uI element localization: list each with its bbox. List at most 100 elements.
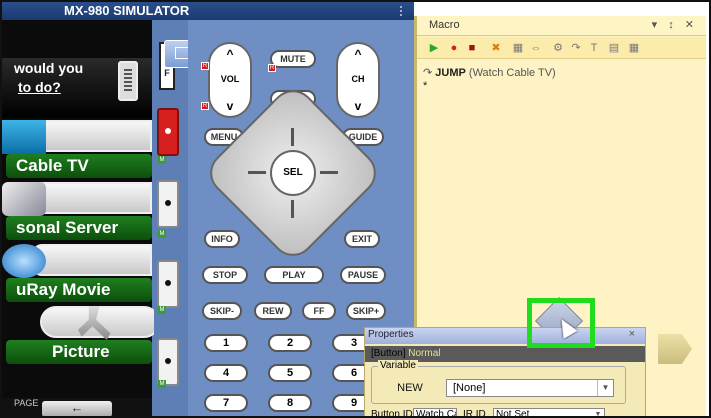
screen-icon[interactable]: ▤ (607, 41, 621, 55)
number-button-1[interactable]: 1 (204, 334, 248, 352)
pause-button[interactable]: PAUSE (340, 266, 386, 284)
simulator-window: MX-980 SIMULATOR would you to do? Cable … (2, 2, 414, 416)
macro-step[interactable]: ↷ JUMP (Watch Cable TV) (423, 66, 556, 79)
activity-question: would you to do? (2, 58, 152, 118)
exit-button[interactable]: EXIT (344, 230, 380, 248)
fast-forward-button[interactable]: FF (302, 302, 336, 320)
macro-panel-title: Macro (429, 19, 460, 31)
play-button[interactable]: PLAY (264, 266, 324, 284)
side-hard-buttons: OFF M M M M (154, 20, 188, 416)
macro-end-marker: * (423, 80, 428, 92)
close-icon[interactable]: × (629, 328, 635, 340)
skip-back-button[interactable]: SKIP- (202, 302, 242, 320)
screenshot-frame: MX-980 SIMULATOR would you to do? Cable … (0, 0, 711, 418)
number-button-8[interactable]: 8 (268, 394, 312, 412)
stop-icon[interactable]: ■ (465, 41, 479, 55)
properties-header: Properties × (365, 328, 645, 344)
page-bar: PAGE ← (2, 398, 152, 416)
number-button-5[interactable]: 5 (268, 364, 312, 382)
red-corner-icon: R (201, 102, 209, 110)
macro-badge-icon: M (158, 230, 166, 238)
volume-up-icon: ^ (226, 47, 234, 61)
macro-step-detail: (Watch Cable TV) (468, 67, 556, 79)
skip-forward-button[interactable]: SKIP+ (346, 302, 386, 320)
channel-rocker[interactable]: ^ CH v (336, 42, 380, 118)
simulator-title: MX-980 SIMULATOR (64, 3, 190, 18)
stop-button[interactable]: STOP (202, 266, 248, 284)
activity-cable-tv[interactable]: Cable TV (2, 116, 152, 180)
macro-panel-header: Macro ▾ ↕ ✕ (417, 16, 706, 36)
mute-button[interactable]: MUTE (270, 50, 316, 68)
ir-id-label: IR ID (463, 409, 486, 418)
jump-icon[interactable]: ↷ (569, 41, 583, 55)
ir-id-select[interactable]: Not Set ▼ (493, 408, 605, 418)
activity-personal-server[interactable]: sonal Server (2, 178, 152, 242)
activity-picture[interactable]: Picture (2, 302, 160, 366)
panel-window-controls[interactable]: ▾ ↕ ✕ (652, 18, 698, 31)
side-button-2[interactable] (157, 180, 179, 228)
activity-label: sonal Server (6, 216, 152, 240)
variable-legend: Variable (378, 360, 418, 371)
activity-bluray-movie[interactable]: uRay Movie (2, 240, 152, 304)
volume-label: VOL (220, 74, 240, 84)
side-button-1[interactable] (157, 108, 179, 156)
simulator-title-bar: MX-980 SIMULATOR (2, 2, 414, 20)
remote-mini-icon (118, 61, 138, 101)
touch-screen: would you to do? Cable TV sonal Server u… (2, 20, 160, 416)
question-line-1: would you (14, 60, 84, 76)
media-player-icon (2, 182, 46, 216)
text-icon[interactable]: T (587, 41, 601, 55)
variable-select[interactable]: [None] ▼ (446, 379, 614, 397)
side-button-4[interactable] (157, 338, 179, 386)
record-icon[interactable]: ● (447, 41, 461, 55)
volume-rocker[interactable]: ^ VOL v (208, 42, 252, 118)
insert-step-icon[interactable]: ▦ (511, 41, 525, 55)
info-button[interactable]: INFO (204, 230, 240, 248)
id-fields-row: Button ID Watch Ca IR ID Not Set ▼ (371, 408, 641, 418)
jump-step-icon: ↷ (423, 67, 433, 79)
page-label: PAGE (14, 398, 39, 408)
settings-icon[interactable]: ⚙ (551, 41, 565, 55)
number-button-2[interactable]: 2 (268, 334, 312, 352)
macro-badge-icon: M (158, 306, 166, 314)
rewind-button[interactable]: REW (254, 302, 292, 320)
chevron-down-icon[interactable]: ▼ (597, 380, 613, 396)
dpad-up-icon[interactable] (291, 128, 294, 146)
dpad-right-icon[interactable] (320, 171, 338, 174)
dpad-down-icon[interactable] (291, 200, 294, 218)
red-corner-icon: R (268, 64, 276, 72)
new-variable-button[interactable]: NEW (380, 379, 440, 397)
channel-up-icon: ^ (354, 47, 362, 61)
direction-pad[interactable]: SEL (201, 81, 385, 265)
page-back-button[interactable]: ← (42, 401, 112, 416)
side-button-3[interactable] (157, 260, 179, 308)
swap-icon[interactable]: ⇔ (529, 41, 543, 55)
grid-icon[interactable]: ▦ (627, 41, 641, 55)
number-button-7[interactable]: 7 (204, 394, 248, 412)
ir-id-value: Not Set (496, 409, 530, 418)
variable-group: Variable NEW [None] ▼ (371, 360, 626, 404)
activity-tile (32, 182, 152, 214)
delete-icon[interactable]: ✖ (489, 41, 503, 55)
selected-item-type: [Button] (371, 348, 406, 359)
variable-select-value: [None] (453, 382, 486, 394)
select-button[interactable]: SEL (270, 150, 316, 196)
chevron-down-icon[interactable]: ▼ (592, 409, 604, 416)
activity-label: Picture (6, 340, 152, 364)
dpad-left-icon[interactable] (248, 171, 266, 174)
macro-step-command: JUMP (435, 67, 466, 79)
drag-grip-icon[interactable] (400, 6, 408, 16)
play-icon[interactable]: ▶ (427, 41, 441, 55)
properties-panel: Properties × [Button] Normal Variable NE… (364, 327, 646, 418)
button-id-input[interactable]: Watch Ca (413, 408, 457, 416)
number-button-4[interactable]: 4 (204, 364, 248, 382)
button-id-label: Button ID (371, 409, 413, 418)
tv-screen-icon (2, 120, 46, 154)
macro-toolbar: ▶ ● ■ ✖ ▦ ⇔ ⚙ ↷ T ▤ ▦ (417, 37, 706, 59)
activity-label: Cable TV (6, 154, 152, 178)
question-line-2: to do? (18, 79, 61, 95)
disc-icon (2, 244, 46, 278)
properties-title: Properties (368, 329, 414, 340)
activity-tile (32, 244, 152, 276)
selected-item-state: Normal (408, 348, 441, 359)
